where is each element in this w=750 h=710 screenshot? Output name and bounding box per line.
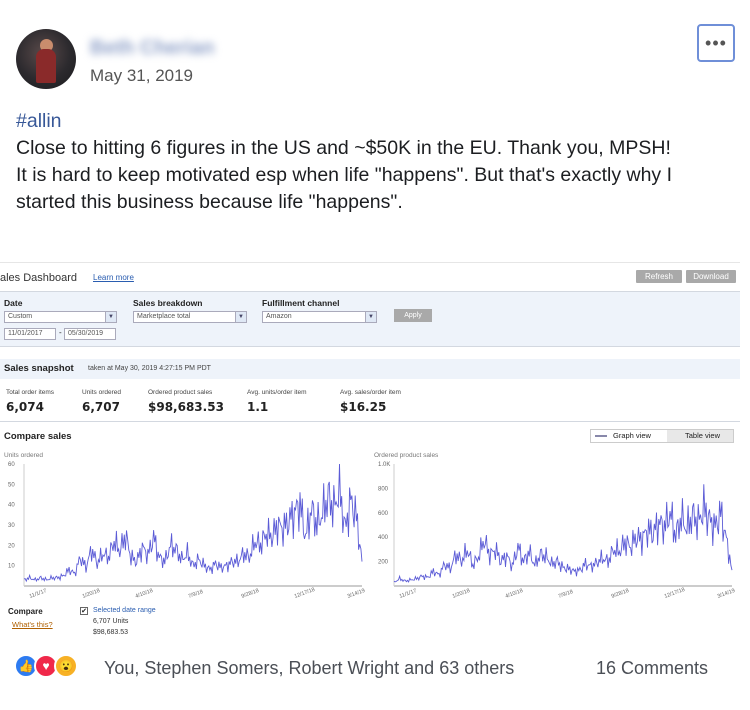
reactions-bar: 👍 ♥ 😮 You, Stephen Somers, Robert Wright… [0,650,750,688]
checkbox-icon: ✔ [80,607,88,615]
date-label: Date [4,298,23,308]
y-tick-label: 1.0K [378,462,390,468]
section-divider [0,421,740,422]
x-tick-label: 3/14/19 [717,588,736,600]
series-line [393,484,733,583]
x-tick-label: 9/28/18 [241,588,260,600]
dashboard-title: ales Dashboard [0,272,78,284]
breakdown-select-value: Marketplace total [137,313,191,320]
metric-label: Units ordered [82,389,122,396]
refresh-button: Refresh [636,270,682,283]
channel-select-value: Amazon [266,313,292,320]
y-tick-label: 200 [378,560,389,566]
filter-bar: Date Custom ▼ 11/01/2017 - 05/30/2019 Sa… [0,291,740,347]
selected-range-label: Selected date range [93,607,156,614]
post-line-1: Close to hitting 6 figures in the US and… [16,137,671,159]
y-axis-label: Units ordered [4,452,43,459]
avatar[interactable] [16,29,76,89]
x-tick-label: 1/20/18 [452,588,471,600]
post-card: Beth Cherian May 31, 2019 ••• #allin Clo… [0,0,750,710]
post-date[interactable]: May 31, 2019 [90,66,193,86]
y-tick-label: 20 [8,543,15,549]
date-to-field: 05/30/2019 [64,328,116,340]
x-tick-label: 1/20/18 [82,588,101,600]
compare-label: Compare [8,607,43,616]
y-tick-label: 600 [378,511,389,517]
chevron-down-icon: ▼ [235,312,246,322]
snapshot-title: Sales snapshot [4,363,74,374]
units-ordered-chart: Units ordered 60 50 40 30 20 10 11/1/17 1/20/18 4… [4,452,366,600]
y-tick-label: 800 [378,486,389,492]
whats-this-link: What's this? [12,620,53,629]
metric-value: 6,707 [82,400,120,414]
metric-label: Total order items [6,389,55,396]
x-tick-label: 11/1/17 [399,588,418,600]
graph-view-icon [595,435,607,437]
post-line-2: It is hard to keep motivated esp when li… [16,164,673,213]
x-tick-label: 11/1/17 [29,588,48,600]
more-options-icon[interactable]: ••• [697,24,735,62]
sales-total: $98,683.53 [93,629,129,636]
chevron-down-icon: ▼ [365,312,376,322]
y-tick-label: 60 [8,462,15,468]
metric-value: 6,074 [6,400,44,414]
view-toggle: Graph view Table view [590,429,734,443]
metric-value: $98,683.53 [148,400,224,414]
table-view-label: Table view [667,430,733,442]
snapshot-timestamp: taken at May 30, 2019 4:27:15 PM PDT [88,365,211,372]
metric-label: Avg. units/order item [247,389,307,396]
x-tick-label: 3/14/19 [347,588,366,600]
dashboard-screenshot[interactable]: ales Dashboard Learn more Refresh Downlo… [0,262,740,637]
avatar-figure [36,49,56,83]
graph-view-label: Graph view [613,431,651,440]
date-select: Custom ▼ [4,311,117,323]
date-from-field: 11/01/2017 [4,328,56,340]
y-tick-label: 400 [378,535,389,541]
y-tick-label: 10 [8,564,15,570]
series-line [23,463,363,583]
wow-icon[interactable]: 😮 [54,654,78,678]
channel-select: Amazon ▼ [262,311,377,323]
breakdown-select: Marketplace total ▼ [133,311,247,323]
date-separator: - [59,328,62,337]
x-tick-label: 4/10/18 [505,588,524,600]
y-tick-label: 30 [8,523,15,529]
y-axis-label: Ordered product sales [374,452,439,459]
author-name[interactable]: Beth Cherian [90,37,214,60]
comments-count[interactable]: 16 Comments [596,658,708,679]
channel-label: Fulfillment channel [262,298,340,308]
chevron-down-icon: ▼ [105,312,116,322]
metric-label: Ordered product sales [148,389,213,396]
x-tick-label: 9/28/18 [611,588,630,600]
learn-more-link: Learn more [93,273,134,282]
post-text: #allin Close to hitting 6 figures in the… [16,108,736,216]
x-tick-label: 7/9/18 [188,589,204,600]
metric-label: Avg. sales/order item [340,389,401,396]
hashtag-link[interactable]: #allin [16,108,736,135]
download-button: Download [686,270,736,283]
apply-button: Apply [394,309,432,322]
x-tick-label: 7/9/18 [558,589,574,600]
units-total: 6,707 Units [93,618,129,625]
y-tick-label: 50 [8,482,15,488]
y-tick-label: 40 [8,503,15,509]
x-tick-label: 12/17/18 [664,587,686,600]
compare-sales-title: Compare sales [4,431,72,442]
metric-value: $16.25 [340,400,387,414]
breakdown-label: Sales breakdown [133,298,203,308]
x-tick-label: 4/10/18 [135,588,154,600]
reactions-summary[interactable]: You, Stephen Somers, Robert Wright and 6… [104,658,514,679]
date-select-value: Custom [8,313,33,320]
metric-value: 1.1 [247,400,269,414]
product-sales-chart: Ordered product sales 1.0K 800 600 400 200 11/… [374,452,736,600]
x-tick-label: 12/17/18 [294,587,316,600]
